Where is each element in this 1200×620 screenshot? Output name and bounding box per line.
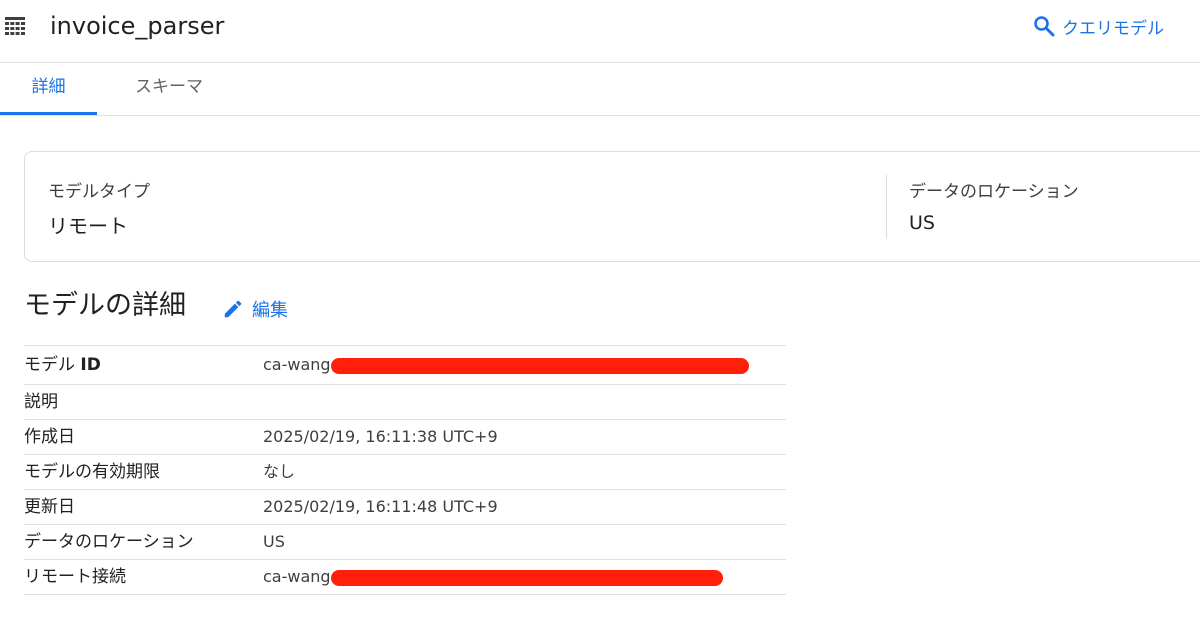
tab-bar: 詳細 スキーマ — [0, 62, 1200, 116]
model-type-label: モデルタイプ — [48, 182, 150, 202]
table-row: 作成日 2025/02/19, 16:11:38 UTC+9 — [24, 420, 786, 455]
row-label: データのロケーション — [24, 532, 194, 552]
table-grid-icon — [5, 17, 25, 35]
edit-button[interactable]: 編集 — [222, 296, 288, 322]
model-type-value: リモート — [48, 214, 128, 238]
table-row: リモート接続 ca-wang — [24, 560, 786, 595]
pencil-icon — [224, 300, 242, 318]
tab-schema[interactable]: スキーマ — [122, 62, 216, 114]
search-icon — [1034, 16, 1055, 37]
row-label: 作成日 — [24, 427, 75, 447]
top-bar: invoice_parser クエリモデル — [0, 0, 1200, 63]
model-summary-card: モデルタイプ リモート データのロケーション US — [24, 151, 1200, 262]
table-row: モデルの有効期限 なし — [24, 455, 786, 490]
row-value: 2025/02/19, 16:11:38 UTC+9 — [263, 427, 498, 446]
model-title: invoice_parser — [50, 12, 225, 40]
row-label: 説明 — [24, 392, 58, 412]
redaction-mark — [330, 357, 749, 374]
card-divider — [886, 175, 887, 239]
table-row: データのロケーション US — [24, 525, 786, 560]
table-row: 更新日 2025/02/19, 16:11:48 UTC+9 — [24, 490, 786, 525]
redaction-mark — [330, 569, 723, 586]
table-row: 説明 — [24, 385, 786, 420]
row-value: ca-wang — [263, 560, 723, 594]
row-value: US — [263, 532, 285, 551]
tab-details[interactable]: 詳細 — [0, 62, 97, 115]
edit-label: 編集 — [252, 300, 288, 321]
section-title: モデルの詳細 — [24, 290, 186, 321]
row-label: モデルの有効期限 — [24, 462, 160, 482]
query-model-label: クエリモデル — [1062, 18, 1164, 39]
row-value: 2025/02/19, 16:11:48 UTC+9 — [263, 497, 498, 516]
row-value: なし — [263, 462, 296, 481]
table-row: モデル ID ca-wang — [24, 346, 786, 385]
location-value: US — [909, 212, 935, 234]
row-label: リモート接続 — [24, 567, 126, 587]
row-value: ca-wang — [263, 346, 749, 384]
row-label: モデル ID — [24, 355, 101, 375]
query-model-button[interactable]: クエリモデル — [1032, 12, 1164, 40]
location-label: データのロケーション — [909, 182, 1079, 202]
details-table: モデル ID ca-wang 説明 作成日 2025/02/19, 16:11:… — [24, 345, 786, 595]
row-label: 更新日 — [24, 497, 75, 517]
